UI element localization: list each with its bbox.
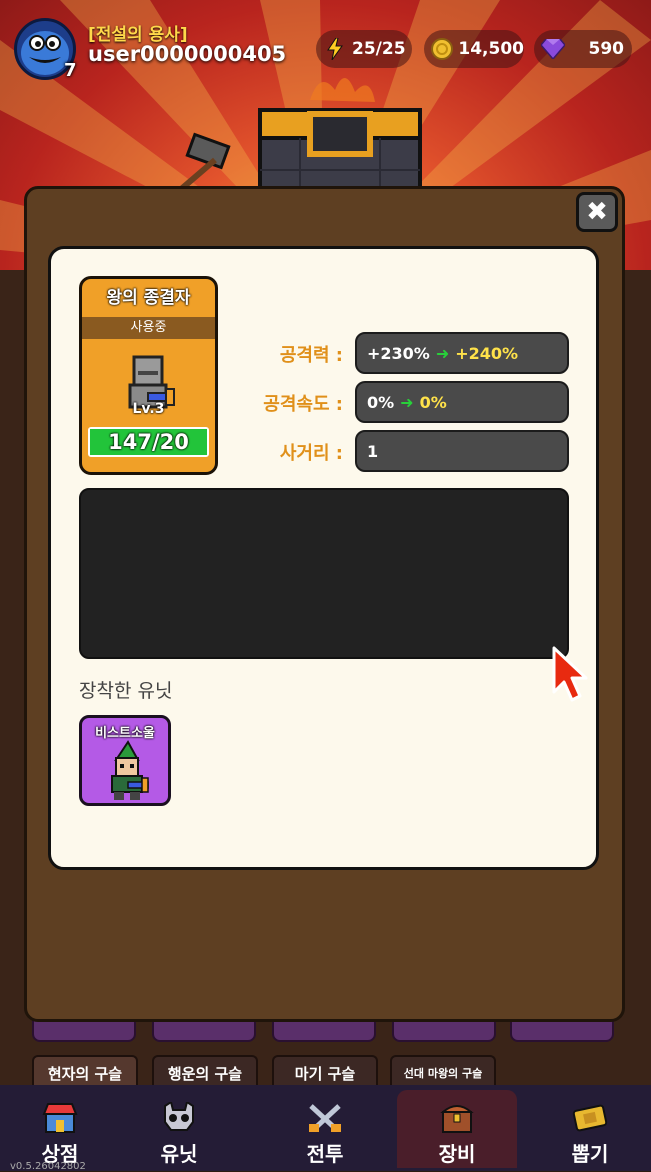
stat-label-attack-speed: 공격속도 :: [263, 394, 343, 415]
nav-gacha-label: 뽑기: [571, 1142, 609, 1166]
nav-battle-label: 전투: [306, 1142, 344, 1166]
coin-value: 14,500: [458, 39, 524, 59]
skull-icon: [159, 1100, 199, 1136]
coin-icon: [430, 36, 454, 62]
equipped-units-label: 장착한 유닛: [79, 680, 173, 702]
nav-units-label: 유닛: [160, 1142, 198, 1166]
nav-equipment[interactable]: 장비: [397, 1090, 517, 1168]
nav-gacha[interactable]: 뽑기: [530, 1090, 650, 1168]
nav-equipment-label: 장비: [438, 1142, 476, 1166]
username: user0000000405: [88, 42, 287, 66]
stat-label-attack: 공격력 :: [279, 345, 343, 366]
close-icon: ✖: [586, 197, 608, 227]
stat-next-attack: +240%: [455, 343, 519, 363]
arrow-right-icon: ➜: [400, 392, 414, 412]
stat-value-attack: +230% ➜ +240%: [355, 332, 569, 374]
equipment-name: 왕의 종결자: [106, 288, 191, 308]
version-text: v0.5.26042802: [10, 1161, 86, 1172]
chip-demon-orb[interactable]: 마기 구슬: [272, 1055, 378, 1089]
stat-label-range: 사거리 :: [279, 443, 343, 464]
equipment-status: 사용중: [82, 317, 215, 339]
stat-value-attack-speed: 0% ➜ 0%: [355, 381, 569, 423]
nav-units[interactable]: 유닛: [119, 1090, 239, 1168]
equipped-unit-card[interactable]: 비스트소울: [79, 715, 171, 806]
description-box: [79, 488, 569, 659]
stat-next-attack-speed: 0%: [419, 392, 447, 412]
chip-sage-orb[interactable]: 현자의 구슬: [32, 1055, 138, 1089]
equipment-card[interactable]: 왕의 종결자 사용중 Lv.3 147/20: [79, 276, 218, 475]
equipment-progress-bar: 147/20: [88, 427, 209, 457]
chest-icon: [437, 1100, 477, 1136]
stat-current-attack-speed: 0%: [367, 392, 395, 412]
energy-counter[interactable]: 25/25: [316, 30, 412, 68]
nav-shop[interactable]: 상점: [0, 1090, 120, 1168]
crossed-swords-icon: [305, 1100, 345, 1136]
chip-demon-king-orb[interactable]: 선대 마왕의 구슬: [390, 1055, 496, 1089]
arrow-right-icon: ➜: [435, 343, 450, 363]
ticket-icon: [570, 1100, 610, 1136]
mouse-cursor-icon: [552, 646, 588, 702]
equipped-unit-name: 비스트소울: [95, 726, 155, 741]
stat-current-attack: +230%: [367, 343, 430, 363]
chip-luck-orb[interactable]: 행운의 구슬: [152, 1055, 258, 1089]
gem-counter[interactable]: 590: [534, 30, 632, 68]
energy-value: 25/25: [352, 39, 406, 59]
stat-value-range: 1: [355, 430, 569, 472]
shop-icon: [40, 1100, 80, 1136]
equipment-progress-text: 147/20: [108, 430, 189, 454]
equipment-level: Lv.3: [132, 401, 165, 417]
gem-value: 590: [588, 39, 625, 59]
stat-current-range: 1: [367, 441, 379, 461]
elf-archer-sprite-icon: [111, 740, 149, 800]
close-button[interactable]: ✖: [576, 192, 618, 232]
nav-battle[interactable]: 전투: [265, 1090, 385, 1168]
gem-icon: [540, 36, 566, 62]
coin-counter[interactable]: 14,500: [424, 30, 524, 68]
player-level: 7: [64, 60, 77, 81]
lightning-icon: [322, 36, 348, 62]
